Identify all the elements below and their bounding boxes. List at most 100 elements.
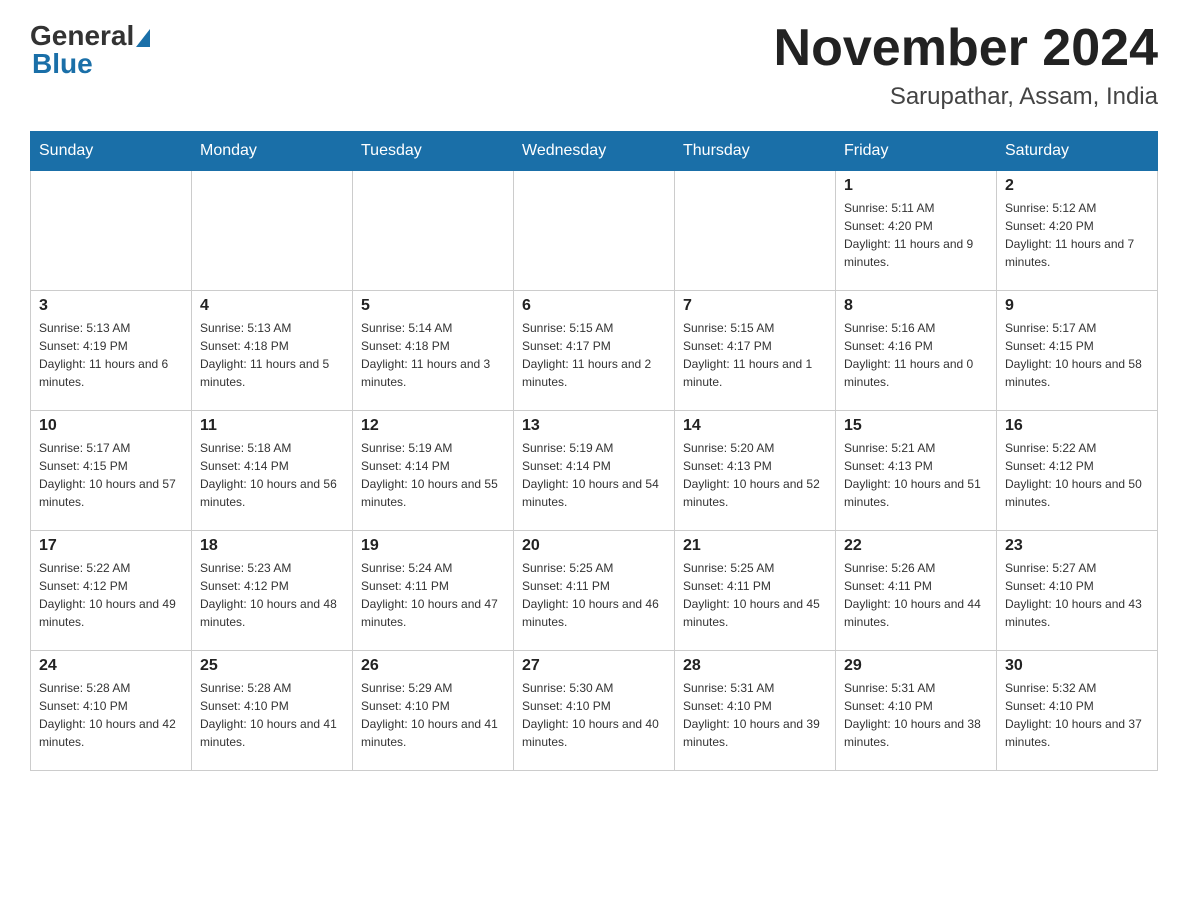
week-row-3: 10 Sunrise: 5:17 AM Sunset: 4:15 PM Dayli… — [31, 411, 1158, 531]
day-info: Sunrise: 5:31 AM Sunset: 4:10 PM Dayligh… — [683, 679, 827, 751]
day-number: 1 — [844, 177, 988, 195]
day-number: 19 — [361, 537, 505, 555]
day-info: Sunrise: 5:19 AM Sunset: 4:14 PM Dayligh… — [361, 439, 505, 511]
calendar-cell: 7Sunrise: 5:15 AM Sunset: 4:17 PM Daylig… — [675, 291, 836, 411]
day-number: 14 — [683, 417, 827, 435]
calendar-cell: 28 Sunrise: 5:31 AM Sunset: 4:10 PM Dayli… — [675, 651, 836, 771]
calendar-cell: 16Sunrise: 5:22 AM Sunset: 4:12 PM Dayli… — [997, 411, 1158, 531]
day-number: 6 — [522, 297, 666, 315]
calendar-cell: 24 Sunrise: 5:28 AM Sunset: 4:10 PM Dayli… — [31, 651, 192, 771]
day-of-week-wednesday: Wednesday — [514, 132, 675, 171]
day-number: 10 — [39, 417, 183, 435]
day-of-week-sunday: Sunday — [31, 132, 192, 171]
calendar-cell: 30 Sunrise: 5:32 AM Sunset: 4:10 PM Dayli… — [997, 651, 1158, 771]
day-number: 13 — [522, 417, 666, 435]
calendar-cell: 3 Sunrise: 5:13 AM Sunset: 4:19 PM Daylig… — [31, 291, 192, 411]
day-of-week-saturday: Saturday — [997, 132, 1158, 171]
calendar-cell: 9 Sunrise: 5:17 AM Sunset: 4:15 PM Daylig… — [997, 291, 1158, 411]
calendar-cell: 12 Sunrise: 5:19 AM Sunset: 4:14 PM Dayli… — [353, 411, 514, 531]
day-number: 21 — [683, 537, 827, 555]
day-info: Sunrise: 5:13 AM Sunset: 4:19 PM Dayligh… — [39, 319, 183, 391]
day-number: 23 — [1005, 537, 1149, 555]
calendar-cell: 22Sunrise: 5:26 AM Sunset: 4:11 PM Dayli… — [836, 531, 997, 651]
day-info: Sunrise: 5:32 AM Sunset: 4:10 PM Dayligh… — [1005, 679, 1149, 751]
day-info: Sunrise: 5:15 AM Sunset: 4:17 PM Dayligh… — [522, 319, 666, 391]
days-of-week-row: SundayMondayTuesdayWednesdayThursdayFrid… — [31, 132, 1158, 171]
day-number: 7 — [683, 297, 827, 315]
calendar-cell: 1Sunrise: 5:11 AM Sunset: 4:20 PM Daylig… — [836, 171, 997, 291]
calendar-cell: 17Sunrise: 5:22 AM Sunset: 4:12 PM Dayli… — [31, 531, 192, 651]
day-number: 15 — [844, 417, 988, 435]
day-number: 26 — [361, 657, 505, 675]
day-info: Sunrise: 5:17 AM Sunset: 4:15 PM Dayligh… — [39, 439, 183, 511]
day-info: Sunrise: 5:31 AM Sunset: 4:10 PM Dayligh… — [844, 679, 988, 751]
calendar-cell — [514, 171, 675, 291]
day-info: Sunrise: 5:23 AM Sunset: 4:12 PM Dayligh… — [200, 559, 344, 631]
calendar-cell: 2 Sunrise: 5:12 AM Sunset: 4:20 PM Daylig… — [997, 171, 1158, 291]
day-info: Sunrise: 5:20 AM Sunset: 4:13 PM Dayligh… — [683, 439, 827, 511]
page-header: General Blue November 2024 Sarupathar, A… — [30, 20, 1158, 111]
calendar-cell: 10 Sunrise: 5:17 AM Sunset: 4:15 PM Dayli… — [31, 411, 192, 531]
day-info: Sunrise: 5:25 AM Sunset: 4:11 PM Dayligh… — [522, 559, 666, 631]
day-number: 12 — [361, 417, 505, 435]
day-info: Sunrise: 5:16 AM Sunset: 4:16 PM Dayligh… — [844, 319, 988, 391]
day-number: 30 — [1005, 657, 1149, 675]
day-number: 5 — [361, 297, 505, 315]
day-number: 24 — [39, 657, 183, 675]
calendar-cell — [353, 171, 514, 291]
calendar-header: SundayMondayTuesdayWednesdayThursdayFrid… — [31, 132, 1158, 171]
day-info: Sunrise: 5:29 AM Sunset: 4:10 PM Dayligh… — [361, 679, 505, 751]
day-info: Sunrise: 5:19 AM Sunset: 4:14 PM Dayligh… — [522, 439, 666, 511]
day-info: Sunrise: 5:28 AM Sunset: 4:10 PM Dayligh… — [39, 679, 183, 751]
day-of-week-friday: Friday — [836, 132, 997, 171]
week-row-2: 3 Sunrise: 5:13 AM Sunset: 4:19 PM Daylig… — [31, 291, 1158, 411]
location-title: Sarupathar, Assam, India — [774, 83, 1158, 111]
calendar-cell — [31, 171, 192, 291]
day-info: Sunrise: 5:21 AM Sunset: 4:13 PM Dayligh… — [844, 439, 988, 511]
day-number: 27 — [522, 657, 666, 675]
day-of-week-monday: Monday — [192, 132, 353, 171]
calendar-cell: 21 Sunrise: 5:25 AM Sunset: 4:11 PM Dayli… — [675, 531, 836, 651]
day-number: 28 — [683, 657, 827, 675]
calendar-cell: 20 Sunrise: 5:25 AM Sunset: 4:11 PM Dayli… — [514, 531, 675, 651]
day-info: Sunrise: 5:17 AM Sunset: 4:15 PM Dayligh… — [1005, 319, 1149, 391]
calendar-cell: 18 Sunrise: 5:23 AM Sunset: 4:12 PM Dayli… — [192, 531, 353, 651]
calendar-cell: 19 Sunrise: 5:24 AM Sunset: 4:11 PM Dayli… — [353, 531, 514, 651]
day-number: 3 — [39, 297, 183, 315]
day-number: 20 — [522, 537, 666, 555]
calendar-cell: 4 Sunrise: 5:13 AM Sunset: 4:18 PM Daylig… — [192, 291, 353, 411]
day-of-week-thursday: Thursday — [675, 132, 836, 171]
day-number: 2 — [1005, 177, 1149, 195]
calendar-cell: 11 Sunrise: 5:18 AM Sunset: 4:14 PM Dayli… — [192, 411, 353, 531]
calendar-cell: 14 Sunrise: 5:20 AM Sunset: 4:13 PM Dayli… — [675, 411, 836, 531]
day-info: Sunrise: 5:14 AM Sunset: 4:18 PM Dayligh… — [361, 319, 505, 391]
month-title: November 2024 — [774, 20, 1158, 77]
calendar-cell: 8Sunrise: 5:16 AM Sunset: 4:16 PM Daylig… — [836, 291, 997, 411]
day-info: Sunrise: 5:24 AM Sunset: 4:11 PM Dayligh… — [361, 559, 505, 631]
week-row-1: 1Sunrise: 5:11 AM Sunset: 4:20 PM Daylig… — [31, 171, 1158, 291]
day-info: Sunrise: 5:12 AM Sunset: 4:20 PM Dayligh… — [1005, 199, 1149, 271]
day-number: 4 — [200, 297, 344, 315]
day-number: 16 — [1005, 417, 1149, 435]
title-block: November 2024 Sarupathar, Assam, India — [774, 20, 1158, 111]
calendar-cell: 29Sunrise: 5:31 AM Sunset: 4:10 PM Dayli… — [836, 651, 997, 771]
day-info: Sunrise: 5:18 AM Sunset: 4:14 PM Dayligh… — [200, 439, 344, 511]
calendar-cell: 26 Sunrise: 5:29 AM Sunset: 4:10 PM Dayli… — [353, 651, 514, 771]
day-info: Sunrise: 5:30 AM Sunset: 4:10 PM Dayligh… — [522, 679, 666, 751]
week-row-5: 24 Sunrise: 5:28 AM Sunset: 4:10 PM Dayli… — [31, 651, 1158, 771]
week-row-4: 17Sunrise: 5:22 AM Sunset: 4:12 PM Dayli… — [31, 531, 1158, 651]
day-number: 9 — [1005, 297, 1149, 315]
day-info: Sunrise: 5:25 AM Sunset: 4:11 PM Dayligh… — [683, 559, 827, 631]
day-number: 18 — [200, 537, 344, 555]
calendar-cell: 27 Sunrise: 5:30 AM Sunset: 4:10 PM Dayli… — [514, 651, 675, 771]
logo: General Blue — [30, 20, 152, 80]
calendar-table: SundayMondayTuesdayWednesdayThursdayFrid… — [30, 131, 1158, 771]
logo-blue-text: Blue — [32, 48, 93, 80]
day-number: 17 — [39, 537, 183, 555]
calendar-cell: 5 Sunrise: 5:14 AM Sunset: 4:18 PM Daylig… — [353, 291, 514, 411]
day-number: 11 — [200, 417, 344, 435]
day-info: Sunrise: 5:13 AM Sunset: 4:18 PM Dayligh… — [200, 319, 344, 391]
day-number: 25 — [200, 657, 344, 675]
day-number: 22 — [844, 537, 988, 555]
calendar-cell: 25Sunrise: 5:28 AM Sunset: 4:10 PM Dayli… — [192, 651, 353, 771]
